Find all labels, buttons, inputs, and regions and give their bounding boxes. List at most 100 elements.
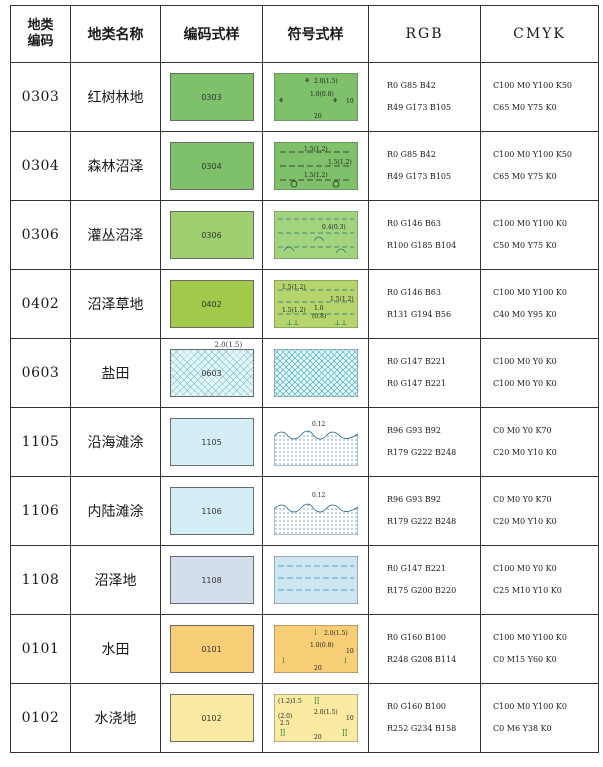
rgb-line: R0 G160 B100 (387, 702, 447, 711)
land-code: 1108 (10, 545, 71, 615)
symbol-sample (273, 349, 358, 397)
rgb-values: R0 G147 B221 R0 G147 B221 (368, 338, 481, 408)
land-class-table: 地类 编码 地类名称 编码式样 符号式样 RGB CMYK 0303 红树林地 03… (10, 5, 599, 753)
swatch-label: 0402 (201, 299, 222, 309)
land-code: 0402 (10, 269, 71, 339)
color-swatch: 1106 (169, 487, 254, 535)
cmyk-values: C100 M0 Y100 K0 C0 M6 Y38 K0 (480, 683, 599, 753)
swatch-label: 0303 (201, 92, 222, 102)
header-rgb: RGB (368, 5, 481, 63)
swatch-cell: 1105 (160, 407, 263, 477)
swatch-cell: 0306 (160, 200, 263, 270)
svg-text:⚘: ⚘ (278, 97, 284, 105)
cmyk-values: C100 M0 Y100 K50 C65 M0 Y75 K0 (480, 131, 599, 201)
swatch-cell: 0402 (160, 269, 263, 339)
svg-text:1.5(1.2): 1.5(1.2) (282, 307, 306, 314)
table-row: 0102 水浇地 0102 (1.2)1.5 2.0(1.5) (2.0) 2.5 10… (10, 683, 599, 753)
svg-text:1.0(0.8): 1.0(0.8) (310, 91, 334, 98)
table-row: 0402 沼泽草地 0402 1.5(1.2) 1.5(1.2) 1.5(1.2) 1.… (10, 269, 599, 339)
cmyk-line: C100 M0 Y100 K0 (493, 219, 567, 228)
header-swatch: 编码式样 (160, 5, 263, 63)
symbol-cell: 0.12 (262, 476, 369, 546)
cmyk-line: C50 M0 Y75 K0 (493, 241, 557, 250)
rgb-line: R0 G160 B100 (387, 633, 447, 642)
cmyk-line: C0 M0 Y0 K70 (493, 495, 552, 504)
symbol-cell: (1.2)1.5 2.0(1.5) (2.0) 2.5 10 20 ꟾꟾ ꟾꟾ ꟾꟾ (262, 683, 369, 753)
svg-text:0.4(0.3): 0.4(0.3) (322, 224, 346, 231)
svg-text:(0.8): (0.8) (312, 313, 326, 320)
rgb-line: R49 G173 B105 (387, 103, 452, 112)
rgb-values: R0 G160 B100 R252 G234 B158 (368, 683, 481, 753)
rgb-values: R0 G146 B63 R100 G185 B104 (368, 200, 481, 270)
cmyk-line: C0 M6 Y38 K0 (493, 724, 552, 733)
symbol-sample: 1.5(1.2) 1.5(1.2) 1.5(1.2) 1.0 (0.8) ⊥⊥ ⊥⊥ (273, 280, 358, 328)
cmyk-line: C100 M0 Y0 K0 (493, 379, 557, 388)
land-name: 森林沼泽 (70, 131, 161, 201)
cmyk-line: C100 M0 Y100 K50 (493, 81, 573, 90)
symbol-cell (262, 545, 369, 615)
swatch-cell: 0101 (160, 614, 263, 684)
rgb-line: R96 G93 B92 (387, 495, 441, 504)
table-row: 1108 沼泽地 1108 R0 G147 B221 R175 G200 B220 C1… (10, 545, 599, 615)
svg-text:1.5(1.2): 1.5(1.2) (282, 284, 306, 291)
symbol-cell: 0.12 (262, 407, 369, 477)
symbol-sample: (1.2)1.5 2.0(1.5) (2.0) 2.5 10 20 ꟾꟾ ꟾꟾ ꟾꟾ (273, 694, 358, 742)
cmyk-line: C100 M0 Y100 K0 (493, 288, 567, 297)
rgb-line: R0 G85 B42 (387, 150, 436, 159)
swatch-cell: 1108 (160, 545, 263, 615)
swatch-cell: 0303 (160, 62, 263, 132)
color-swatch: 0102 (169, 694, 254, 742)
land-name: 红树林地 (70, 62, 161, 132)
table-row: 0304 森林沼泽 0304 1.5(1.2) 1.5(1.2) 1.5(1.2) R0… (10, 131, 599, 201)
svg-text:↓: ↓ (280, 656, 287, 665)
land-code: 0306 (10, 200, 71, 270)
rgb-line: R0 G146 B63 (387, 219, 441, 228)
symbol-cell: 1.5(1.2) 1.5(1.2) 1.5(1.2) (262, 131, 369, 201)
cmyk-line: C20 M0 Y10 K0 (493, 448, 557, 457)
swatch-cell: 1106 (160, 476, 263, 546)
swatch-label: 0101 (201, 644, 222, 654)
rgb-line: R179 G222 B248 (387, 448, 457, 457)
swatch-label: 0102 (201, 713, 222, 723)
symbol-cell: 2.0(1.5) 1.0(0.8) 10 20 ↓ ↓ ↓ (262, 614, 369, 684)
header-code: 地类 编码 (10, 5, 71, 63)
land-code: 0304 (10, 131, 71, 201)
cmyk-values: C100 M0 Y100 K0 C50 M0 Y75 K0 (480, 200, 599, 270)
svg-text:↓: ↓ (312, 628, 319, 637)
swatch-label: 1105 (201, 437, 222, 447)
color-swatch: 1105 (169, 418, 254, 466)
svg-text:20: 20 (314, 113, 322, 120)
svg-text:2.0(1.5): 2.0(1.5) (314, 78, 338, 85)
svg-text:20: 20 (314, 734, 322, 741)
symbol-cell (262, 338, 369, 408)
svg-text:10: 10 (346, 715, 354, 722)
color-swatch: 1108 (169, 556, 254, 604)
color-swatch: 0303 (169, 73, 254, 121)
rgb-line: R175 G200 B220 (387, 586, 457, 595)
table-row: 1105 沿海滩涂 1105 0.12 R96 G93 B92 R179 G222 B2… (10, 407, 599, 477)
rgb-line: R131 G194 B56 (387, 310, 452, 319)
rgb-line: R100 G185 B104 (387, 241, 457, 250)
color-swatch: 0101 (169, 625, 254, 673)
svg-text:1.0: 1.0 (314, 305, 324, 312)
land-code: 0102 (10, 683, 71, 753)
land-name: 水田 (70, 614, 161, 684)
rgb-line: R49 G173 B105 (387, 172, 452, 181)
cmyk-values: C100 M0 Y100 K50 C65 M0 Y75 K0 (480, 62, 599, 132)
symbol-sample: 1.5(1.2) 1.5(1.2) 1.5(1.2) (273, 142, 358, 190)
rgb-values: R96 G93 B92 R179 G222 B248 (368, 476, 481, 546)
cmyk-line: C65 M0 Y75 K0 (493, 172, 557, 181)
symbol-sample: 2.0(1.5) 1.0(0.8) 10 20 ⚘ ⚘ ⚘ (273, 73, 358, 121)
swatch-label: 1108 (201, 575, 222, 585)
table-row: 0303 红树林地 0303 2.0(1.5) 1.0(0.8) 10 20 ⚘ ⚘ ⚘ R0… (10, 62, 599, 132)
symbol-sample: 0.12 (273, 487, 358, 535)
cmyk-line: C100 M0 Y0 K0 (493, 357, 557, 366)
table-row: 0101 水田 0101 2.0(1.5) 1.0(0.8) 10 20 ↓ ↓ ↓ R0 G… (10, 614, 599, 684)
land-code: 0303 (10, 62, 71, 132)
land-name: 水浇地 (70, 683, 161, 753)
rgb-line: R0 G85 B42 (387, 81, 436, 90)
swatch-label: 0304 (201, 161, 222, 171)
swatch-label: 0603 (201, 368, 222, 378)
svg-text:⚘: ⚘ (304, 77, 310, 85)
land-code: 0603 (10, 338, 71, 408)
